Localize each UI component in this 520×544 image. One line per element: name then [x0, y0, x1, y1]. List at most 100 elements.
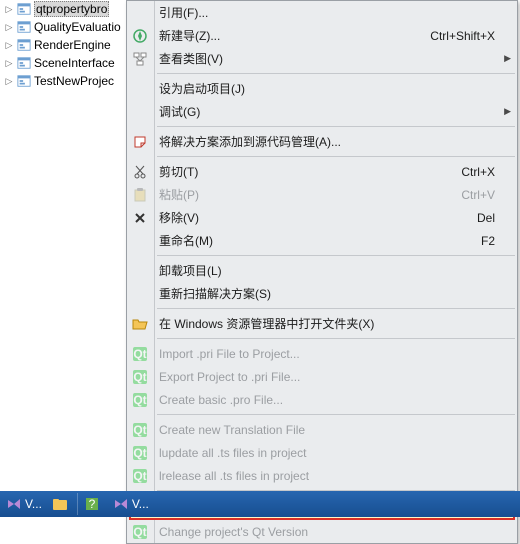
menu-item: Qt Change project's Qt Version: [127, 520, 517, 543]
paste-icon: [131, 186, 149, 204]
expand-icon[interactable]: ▷: [4, 40, 14, 50]
qt-import-icon: Qt: [131, 345, 149, 363]
svg-text:Qt: Qt: [133, 347, 146, 361]
menu-item[interactable]: 重命名(M) F2: [127, 229, 517, 252]
menu-item-label: Create basic .pro File...: [159, 393, 283, 407]
qt-pro-icon: Qt: [131, 391, 149, 409]
help-icon: ?: [84, 496, 100, 512]
menu-separator: [157, 255, 515, 256]
menu-item: Qtlrelease all .ts files in project: [127, 464, 517, 487]
taskbar-label: V...: [132, 497, 149, 511]
taskbar-button[interactable]: V...: [109, 493, 153, 515]
project-icon: [16, 73, 32, 89]
menu-shortcut: Ctrl+Shift+X: [430, 29, 495, 43]
expand-icon[interactable]: ▷: [4, 76, 14, 86]
cut-icon: [131, 163, 149, 181]
menu-item[interactable]: 调试(G)▶: [127, 100, 517, 123]
menu-item[interactable]: 重新扫描解决方案(S): [127, 282, 517, 305]
menu-item[interactable]: 引用(F)...: [127, 1, 517, 24]
solution-tree[interactable]: ▷ qtpropertybro ▷ QualityEvaluatio ▷ Ren…: [4, 0, 134, 90]
qt-export-icon: Qt: [131, 368, 149, 386]
svg-text:Qt: Qt: [133, 370, 146, 384]
menu-item: 粘贴(P) Ctrl+V: [127, 183, 517, 206]
explorer-icon: [52, 496, 68, 512]
menu-separator: [157, 414, 515, 415]
menu-shortcut: F2: [481, 234, 495, 248]
menu-separator: [157, 308, 515, 309]
menu-item-label: Import .pri File to Project...: [159, 347, 300, 361]
menu-shortcut: Ctrl+V: [461, 188, 495, 202]
menu-separator: [157, 156, 515, 157]
menu-item[interactable]: 在 Windows 资源管理器中打开文件夹(X): [127, 312, 517, 335]
project-icon: [16, 37, 32, 53]
qt-lupdate-icon: Qt: [131, 444, 149, 462]
classdiagram-icon: [131, 50, 149, 68]
menu-shortcut: Del: [477, 211, 495, 225]
menu-item-label: 粘贴(P): [159, 186, 199, 203]
menu-item-label: 重命名(M): [159, 232, 213, 249]
remove-icon: [131, 209, 149, 227]
compass-icon: [131, 27, 149, 45]
menu-item: Qt Create new Translation File: [127, 418, 517, 441]
tree-item-label: RenderEngine: [34, 38, 111, 52]
project-icon: [16, 55, 32, 71]
vs-icon: [113, 496, 129, 512]
svg-text:Qt: Qt: [133, 393, 146, 407]
tree-item-label: TestNewProjec: [34, 74, 114, 88]
expand-icon[interactable]: ▷: [4, 4, 14, 14]
menu-item[interactable]: 移除(V) Del: [127, 206, 517, 229]
menu-item-label: 移除(V): [159, 209, 199, 226]
tree-item-label: qtpropertybro: [34, 1, 109, 17]
tree-item[interactable]: ▷ qtpropertybro: [4, 0, 134, 18]
svg-text:Qt: Qt: [133, 423, 146, 437]
menu-item[interactable]: 将解决方案添加到源代码管理(A)...: [127, 130, 517, 153]
menu-item[interactable]: 剪切(T)Ctrl+X: [127, 160, 517, 183]
qt-lrelease-icon: Qt: [131, 467, 149, 485]
menu-item[interactable]: 卸载项目(L): [127, 259, 517, 282]
menu-item-label: 剪切(T): [159, 163, 198, 180]
svg-text:Qt: Qt: [133, 525, 146, 539]
taskbar-button[interactable]: [48, 493, 78, 515]
sourcecontrol-icon: [131, 133, 149, 151]
menu-item-label: 调试(G): [159, 103, 200, 120]
expand-icon[interactable]: ▷: [4, 58, 14, 68]
menu-item[interactable]: 查看类图(V)▶: [127, 47, 517, 70]
menu-item-label: 将解决方案添加到源代码管理(A)...: [159, 133, 341, 150]
taskbar-button[interactable]: V...: [2, 493, 46, 515]
tree-item[interactable]: ▷ SceneInterface: [4, 54, 134, 72]
menu-item-label: 在 Windows 资源管理器中打开文件夹(X): [159, 315, 374, 332]
tree-item-label: SceneInterface: [34, 56, 115, 70]
menu-item[interactable]: 设为启动项目(J): [127, 77, 517, 100]
menu-item: Qt Import .pri File to Project...: [127, 342, 517, 365]
vs-icon: [6, 496, 22, 512]
context-menu: 引用(F)... 新建导(Z)... Ctrl+Shift+X 查看类图(V)▶ 设为启…: [126, 0, 518, 544]
submenu-arrow-icon: ▶: [504, 53, 511, 64]
menu-separator: [157, 338, 515, 339]
menu-item-label: 新建导(Z)...: [159, 27, 220, 44]
menu-item: QtExport Project to .pri File...: [127, 365, 517, 388]
tree-item-label: QualityEvaluatio: [34, 20, 121, 34]
menu-item: Qtlupdate all .ts files in project: [127, 441, 517, 464]
taskbar-label: V...: [25, 497, 42, 511]
tree-item[interactable]: ▷ RenderEngine: [4, 36, 134, 54]
taskbar-button[interactable]: ?: [80, 493, 107, 515]
menu-item-label: 设为启动项目(J): [159, 80, 245, 97]
menu-item[interactable]: 新建导(Z)... Ctrl+Shift+X: [127, 24, 517, 47]
project-icon: [16, 1, 32, 17]
expand-icon[interactable]: ▷: [4, 22, 14, 32]
tree-item[interactable]: ▷ QualityEvaluatio: [4, 18, 134, 36]
taskbar: V... ? V...: [0, 491, 520, 517]
menu-item-label: Change project's Qt Version: [159, 525, 308, 539]
menu-separator: [157, 73, 515, 74]
menu-item-label: 重新扫描解决方案(S): [159, 285, 271, 302]
qt-trans-icon: Qt: [131, 421, 149, 439]
menu-item-label: 引用(F)...: [159, 4, 208, 21]
svg-text:Qt: Qt: [133, 446, 146, 460]
svg-text:Qt: Qt: [133, 469, 146, 483]
tree-item[interactable]: ▷ TestNewProjec: [4, 72, 134, 90]
menu-item-label: Create new Translation File: [159, 423, 305, 437]
menu-separator: [157, 126, 515, 127]
project-icon: [16, 19, 32, 35]
openfolder-icon: [131, 315, 149, 333]
svg-text:?: ?: [89, 497, 96, 511]
